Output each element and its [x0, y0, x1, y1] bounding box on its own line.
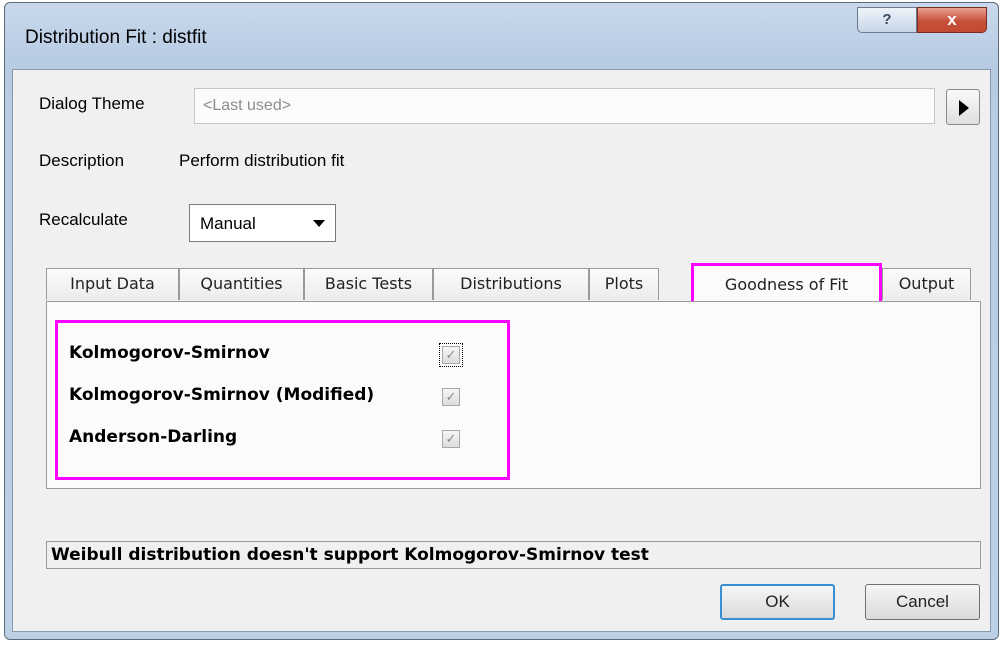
- description-value: Perform distribution fit: [179, 151, 345, 170]
- status-message: Weibull distribution doesn't support Kol…: [46, 541, 981, 569]
- checkbox-anderson-darling[interactable]: ✓: [442, 430, 460, 448]
- dialog-theme-label: Dialog Theme: [39, 94, 145, 113]
- tab-quantities[interactable]: Quantities: [179, 268, 304, 300]
- option-label-ks: Kolmogorov-Smirnov: [69, 343, 270, 363]
- option-label-ks-modified: Kolmogorov-Smirnov (Modified): [69, 385, 375, 405]
- window-title: Distribution Fit : distfit: [25, 27, 207, 48]
- checkbox-ks-modified[interactable]: ✓: [442, 388, 460, 406]
- description-label: Description: [39, 151, 125, 170]
- checkbox-ks[interactable]: ✓: [439, 343, 463, 367]
- cancel-button[interactable]: Cancel: [865, 584, 980, 620]
- checkmark-icon: ✓: [445, 431, 457, 446]
- play-arrow-icon: [959, 100, 969, 116]
- tab-goodness-of-fit[interactable]: Goodness of Fit: [691, 263, 882, 301]
- tab-plots[interactable]: Plots: [589, 268, 659, 300]
- dialog-theme-field[interactable]: <Last used>: [194, 88, 935, 124]
- recalculate-value: Manual: [200, 214, 256, 233]
- tab-output[interactable]: Output: [882, 268, 971, 300]
- tab-strip: Input Data Quantities Basic Tests Distri…: [46, 263, 981, 302]
- option-label-anderson-darling: Anderson-Darling: [69, 427, 238, 447]
- close-button[interactable]: x: [917, 7, 987, 33]
- tab-input-data[interactable]: Input Data: [46, 268, 179, 300]
- checkmark-icon: ✓: [445, 347, 457, 362]
- recalculate-dropdown[interactable]: Manual: [189, 204, 336, 242]
- theme-menu-button[interactable]: [946, 89, 980, 125]
- checkmark-icon: ✓: [445, 389, 457, 404]
- tab-distributions[interactable]: Distributions: [433, 268, 589, 300]
- chevron-down-icon: [313, 220, 325, 227]
- ok-button[interactable]: OK: [720, 584, 835, 620]
- help-icon: ?: [882, 11, 892, 28]
- close-icon: x: [947, 10, 957, 29]
- title-bar[interactable]: Distribution Fit : distfit ? x: [5, 3, 998, 69]
- tab-basic-tests[interactable]: Basic Tests: [304, 268, 433, 300]
- dialog-body: Dialog Theme <Last used> Description Per…: [12, 69, 991, 632]
- dialog-window: Distribution Fit : distfit ? x Dialog Th…: [4, 2, 999, 640]
- recalculate-label: Recalculate: [39, 210, 128, 229]
- help-button[interactable]: ?: [857, 7, 917, 33]
